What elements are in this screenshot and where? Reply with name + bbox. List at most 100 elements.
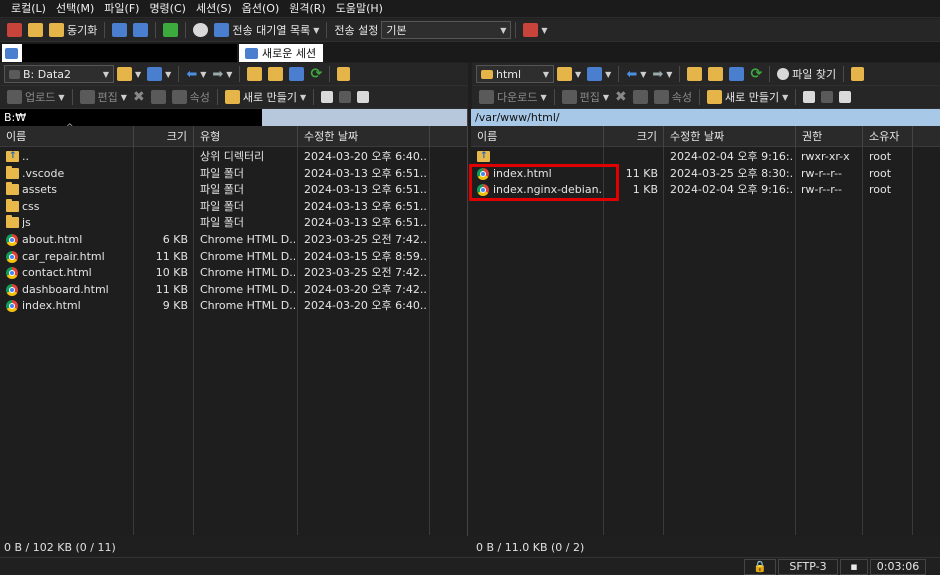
sync-button[interactable]: 동기화 xyxy=(46,19,100,41)
minus-icon xyxy=(821,91,834,103)
chevron-down-icon: ▼ xyxy=(605,69,612,79)
queue-list-button[interactable]: 전송 대기열 목록 ▼ xyxy=(211,19,322,41)
menu-local[interactable]: 로컬(L) xyxy=(6,0,51,18)
table-row[interactable]: assets 파일 폴더 2024-03-13 오후 6:51... xyxy=(0,182,430,198)
root-dir-button[interactable] xyxy=(705,63,726,85)
queue-panel-button[interactable] xyxy=(25,19,46,41)
menu-help[interactable]: 도움말(H) xyxy=(331,0,388,18)
col-permissions[interactable]: 권한 xyxy=(796,126,863,147)
select-all-button[interactable] xyxy=(318,86,336,108)
menu-files[interactable]: 파일(F) xyxy=(99,0,144,18)
delete-button[interactable]: ✖ xyxy=(130,86,148,108)
filter-select-button[interactable] xyxy=(836,86,854,108)
col-type[interactable]: 유형 xyxy=(194,126,298,147)
table-row[interactable]: 2024-02-04 오후 9:16:... rwxr-xr-x root xyxy=(471,148,940,165)
col-owner[interactable]: 소유자 xyxy=(863,126,913,147)
parent-dir-button[interactable] xyxy=(684,63,705,85)
properties-button[interactable]: 속성 xyxy=(651,86,695,108)
preferences-button[interactable] xyxy=(190,19,211,41)
table-row[interactable]: .. 상위 디렉터리 2024-03-20 오후 6:40... xyxy=(0,148,430,165)
table-row[interactable]: .vscode 파일 폴더 2024-03-13 오후 6:51... xyxy=(0,165,430,182)
edit-button[interactable]: 편집 ▼ xyxy=(559,86,612,108)
refresh-button[interactable]: ⟳ xyxy=(747,63,765,85)
forward-button[interactable]: ➡ ▼ xyxy=(649,63,675,85)
home-button[interactable] xyxy=(286,63,307,85)
separator xyxy=(71,89,73,105)
new-button[interactable]: 새로 만들기 ▼ xyxy=(704,86,791,108)
root-folder-icon xyxy=(708,67,724,81)
deselect-button[interactable] xyxy=(818,86,836,108)
menu-remote[interactable]: 원격(R) xyxy=(284,0,330,18)
upload-button[interactable]: 업로드 ▼ xyxy=(4,86,68,108)
col-name[interactable]: 이름 xyxy=(471,126,604,147)
rename-button[interactable] xyxy=(630,86,651,108)
file-type: 파일 폴더 xyxy=(200,166,244,180)
chrome-icon xyxy=(6,234,18,246)
table-row[interactable]: car_repair.html 11 KB Chrome HTML D... 2… xyxy=(0,249,430,265)
tab-session-home[interactable] xyxy=(2,44,22,62)
col-name[interactable]: 이름 xyxy=(0,126,134,147)
transfer-settings-select[interactable]: 기본 ▼ xyxy=(381,21,512,39)
parent-dir-button[interactable] xyxy=(244,63,265,85)
back-button[interactable]: ⬅ ▼ xyxy=(183,63,209,85)
table-row[interactable]: css 파일 폴더 2024-03-13 오후 6:51... xyxy=(0,198,430,215)
file-name: assets xyxy=(22,183,58,197)
delete-button[interactable]: ✖ xyxy=(612,86,630,108)
table-row[interactable]: js 파일 폴더 2024-03-13 오후 6:51... xyxy=(0,215,430,231)
menu-session[interactable]: 세션(S) xyxy=(191,0,237,18)
tree-button[interactable] xyxy=(334,63,353,85)
col-date[interactable]: 수정한 날짜 xyxy=(664,126,796,147)
col-size[interactable]: 크기 xyxy=(134,126,194,147)
back-button[interactable]: ⬅ ▼ xyxy=(623,63,649,85)
compare-button[interactable] xyxy=(160,19,181,41)
properties-button[interactable]: 속성 xyxy=(169,86,213,108)
arrow-right-icon: ➡ xyxy=(652,66,664,82)
divider xyxy=(912,147,913,535)
table-row[interactable]: contact.html 10 KB Chrome HTML D... 2023… xyxy=(0,265,430,281)
table-row[interactable]: index.html 9 KB Chrome HTML D... 2024-03… xyxy=(0,298,430,314)
transfer-options-button[interactable]: ▼ xyxy=(520,19,550,41)
chrome-icon xyxy=(6,283,18,296)
tree-button[interactable] xyxy=(848,63,867,85)
rename-button[interactable] xyxy=(148,86,169,108)
table-row[interactable]: dashboard.html 11 KB Chrome HTML D... 20… xyxy=(0,282,430,298)
local-drive-select[interactable]: B: Data2 ▼ xyxy=(4,65,114,83)
filter-icon xyxy=(147,67,163,81)
find-files-button[interactable]: 파일 찾기 xyxy=(774,63,839,85)
new-button[interactable]: 새로 만들기 ▼ xyxy=(222,86,309,108)
filter-button[interactable]: ▼ xyxy=(584,63,614,85)
open-folder-icon xyxy=(557,67,572,81)
open-directory-button[interactable]: ▼ xyxy=(554,63,584,85)
terminal-button[interactable] xyxy=(109,19,130,41)
filter-select-button[interactable] xyxy=(354,86,372,108)
deselect-button[interactable] xyxy=(336,86,354,108)
tab-session-hidden[interactable] xyxy=(22,44,237,62)
filter-button[interactable]: ▼ xyxy=(144,63,174,85)
col-date[interactable]: 수정한 날짜 xyxy=(298,126,430,147)
chevron-down-icon: ▼ xyxy=(782,92,789,102)
file-date: 2024-03-20 오후 6:40... xyxy=(304,150,428,163)
open-directory-button[interactable]: ▼ xyxy=(114,63,144,85)
separator xyxy=(699,89,701,105)
new-window-button[interactable] xyxy=(4,19,25,41)
home-button[interactable] xyxy=(726,63,747,85)
tab-new-session[interactable]: 새로운 세션 xyxy=(239,44,323,62)
select-all-button[interactable] xyxy=(800,86,818,108)
remote-column-header: ^ 이름 크기 수정한 날짜 권한 소유자 xyxy=(471,123,940,147)
plus-icon xyxy=(803,91,816,103)
remote-dir-select[interactable]: html ▼ xyxy=(476,65,554,83)
download-button[interactable]: 다운로드 ▼ xyxy=(476,86,550,108)
putty-button[interactable] xyxy=(130,19,151,41)
edit-button[interactable]: 편집 ▼ xyxy=(77,86,130,108)
col-size[interactable]: 크기 xyxy=(604,126,664,147)
menu-commands[interactable]: 명령(C) xyxy=(144,0,191,18)
table-row[interactable]: about.html 6 KB Chrome HTML D... 2023-03… xyxy=(0,232,430,248)
forward-button[interactable]: ➡ ▼ xyxy=(209,63,235,85)
menu-mark[interactable]: 선택(M) xyxy=(51,0,99,18)
root-dir-button[interactable] xyxy=(265,63,286,85)
window-icon xyxy=(7,23,22,37)
menu-options[interactable]: 옵션(O) xyxy=(237,0,284,18)
file-date: 2023-03-25 오전 7:42... xyxy=(304,233,428,246)
folder-icon xyxy=(6,215,19,229)
refresh-button[interactable]: ⟳ xyxy=(307,63,325,85)
